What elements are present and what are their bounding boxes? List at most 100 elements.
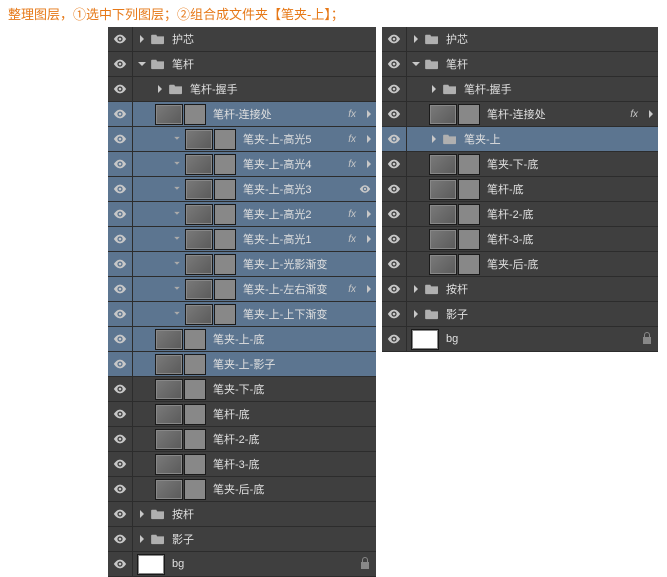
layer-row[interactable]: 笔夹-上-底: [108, 327, 376, 352]
layer-name[interactable]: 笔杆-握手: [464, 81, 512, 97]
fx-chevron-icon[interactable]: [362, 110, 376, 118]
layer-row[interactable]: 影子: [382, 302, 658, 327]
visibility-eye-icon[interactable]: [382, 132, 406, 146]
disclosure-arrow-icon[interactable]: [411, 34, 421, 44]
layer-name[interactable]: 笔夹-上-上下渐变: [243, 306, 327, 322]
layer-row[interactable]: 按杆: [108, 502, 376, 527]
visibility-eye-icon[interactable]: [108, 332, 132, 346]
layer-row[interactable]: 按杆: [382, 277, 658, 302]
layer-row[interactable]: 笔杆-底: [108, 402, 376, 427]
visibility-eye-icon[interactable]: [108, 432, 132, 446]
fx-indicator[interactable]: fx: [348, 284, 356, 295]
fx-indicator[interactable]: fx: [348, 159, 356, 170]
layer-row[interactable]: 笔夹-下-底: [108, 377, 376, 402]
lock-icon[interactable]: [642, 332, 652, 347]
fx-indicator[interactable]: fx: [348, 209, 356, 220]
layer-row[interactable]: ⏷笔夹-上-高光1fx: [108, 227, 376, 252]
layer-name[interactable]: 笔杆-3-底: [487, 231, 533, 247]
layer-name[interactable]: 笔夹-下-底: [487, 156, 538, 172]
disclosure-arrow-icon[interactable]: [429, 134, 439, 144]
layer-row[interactable]: ⏷笔夹-上-左右渐变fx: [108, 277, 376, 302]
layer-row[interactable]: 笔杆-握手: [382, 77, 658, 102]
visibility-eye-icon[interactable]: [108, 257, 132, 271]
visibility-eye-icon[interactable]: [108, 57, 132, 71]
layer-row[interactable]: ⏷笔夹-上-高光2fx: [108, 202, 376, 227]
disclosure-arrow-icon[interactable]: [137, 59, 147, 69]
layer-name[interactable]: 笔杆-底: [213, 406, 250, 422]
visibility-eye-icon[interactable]: [382, 82, 406, 96]
layer-name[interactable]: 按杆: [446, 281, 468, 297]
fx-indicator[interactable]: fx: [348, 134, 356, 145]
layer-name[interactable]: 笔夹-上-底: [213, 331, 264, 347]
visibility-eye-icon[interactable]: [108, 457, 132, 471]
layer-row[interactable]: 笔夹-后-底: [108, 477, 376, 502]
layer-name[interactable]: bg: [172, 558, 184, 570]
layer-row[interactable]: ⏷笔夹-上-高光4fx: [108, 152, 376, 177]
visibility-eye-icon[interactable]: [108, 82, 132, 96]
disclosure-arrow-icon[interactable]: [411, 284, 421, 294]
visibility-eye-icon[interactable]: [382, 157, 406, 171]
layer-row[interactable]: 影子: [108, 527, 376, 552]
layer-name[interactable]: 笔杆-连接处: [487, 106, 546, 122]
visibility-eye-icon[interactable]: [108, 157, 132, 171]
layer-row[interactable]: 护芯: [108, 27, 376, 52]
layer-row[interactable]: 护芯: [382, 27, 658, 52]
layer-name[interactable]: 笔夹-上-高光4: [243, 156, 311, 172]
layer-row[interactable]: 笔杆-底: [382, 177, 658, 202]
layer-name[interactable]: 笔夹-上: [464, 131, 501, 147]
layer-name[interactable]: 笔杆-底: [487, 181, 524, 197]
layer-name[interactable]: 笔夹-上-高光2: [243, 206, 311, 222]
layer-row[interactable]: ⏷笔夹-上-光影渐变: [108, 252, 376, 277]
fx-indicator[interactable]: fx: [348, 234, 356, 245]
visibility-eye-icon[interactable]: [108, 382, 132, 396]
visibility-eye-icon[interactable]: [382, 257, 406, 271]
layer-name[interactable]: 笔杆-握手: [190, 81, 238, 97]
layer-row[interactable]: 笔杆-3-底: [382, 227, 658, 252]
visibility-eye-icon[interactable]: [108, 407, 132, 421]
disclosure-arrow-icon[interactable]: [137, 509, 147, 519]
visibility-eye-icon[interactable]: [382, 232, 406, 246]
layer-name[interactable]: 护芯: [446, 31, 468, 47]
layer-row[interactable]: 笔夹-上: [382, 127, 658, 152]
visibility-eye-icon[interactable]: [382, 182, 406, 196]
disclosure-arrow-icon[interactable]: [155, 84, 165, 94]
layer-row[interactable]: bg: [382, 327, 658, 352]
visibility-eye-icon[interactable]: [382, 282, 406, 296]
visibility-eye-icon[interactable]: [108, 32, 132, 46]
fx-chevron-icon[interactable]: [644, 110, 658, 118]
layer-row[interactable]: 笔杆-3-底: [108, 452, 376, 477]
layer-name[interactable]: 笔夹-上-左右渐变: [243, 281, 327, 297]
layer-row[interactable]: ⏷笔夹-上-高光3: [108, 177, 376, 202]
layer-row[interactable]: 笔杆-握手: [108, 77, 376, 102]
layer-name[interactable]: 影子: [172, 531, 194, 547]
filter-visibility-icon[interactable]: [356, 183, 374, 195]
fx-chevron-icon[interactable]: [362, 210, 376, 218]
disclosure-arrow-icon[interactable]: [137, 34, 147, 44]
visibility-eye-icon[interactable]: [382, 57, 406, 71]
visibility-eye-icon[interactable]: [108, 182, 132, 196]
layer-row[interactable]: 笔杆-连接处fx: [382, 102, 658, 127]
layer-name[interactable]: 影子: [446, 306, 468, 322]
visibility-eye-icon[interactable]: [108, 207, 132, 221]
fx-chevron-icon[interactable]: [362, 285, 376, 293]
fx-chevron-icon[interactable]: [362, 135, 376, 143]
layer-name[interactable]: 笔夹-后-底: [487, 256, 538, 272]
layer-row[interactable]: 笔夹-后-底: [382, 252, 658, 277]
layer-name[interactable]: 护芯: [172, 31, 194, 47]
layer-row[interactable]: 笔杆: [108, 52, 376, 77]
layer-row[interactable]: ⏷笔夹-上-上下渐变: [108, 302, 376, 327]
layer-row[interactable]: ⏷笔夹-上-高光5fx: [108, 127, 376, 152]
layer-name[interactable]: 笔夹-上-高光3: [243, 181, 311, 197]
layer-row[interactable]: 笔杆: [382, 52, 658, 77]
layer-row[interactable]: bg: [108, 552, 376, 577]
visibility-eye-icon[interactable]: [108, 357, 132, 371]
layer-row[interactable]: 笔杆-2-底: [382, 202, 658, 227]
visibility-eye-icon[interactable]: [382, 332, 406, 346]
layer-name[interactable]: 笔夹-上-高光5: [243, 131, 311, 147]
layer-row[interactable]: 笔杆-连接处fx: [108, 102, 376, 127]
disclosure-arrow-icon[interactable]: [411, 59, 421, 69]
layer-name[interactable]: 笔夹-上-影子: [213, 356, 275, 372]
layer-name[interactable]: 笔夹-上-高光1: [243, 231, 311, 247]
visibility-eye-icon[interactable]: [108, 557, 132, 571]
lock-icon[interactable]: [360, 557, 370, 572]
